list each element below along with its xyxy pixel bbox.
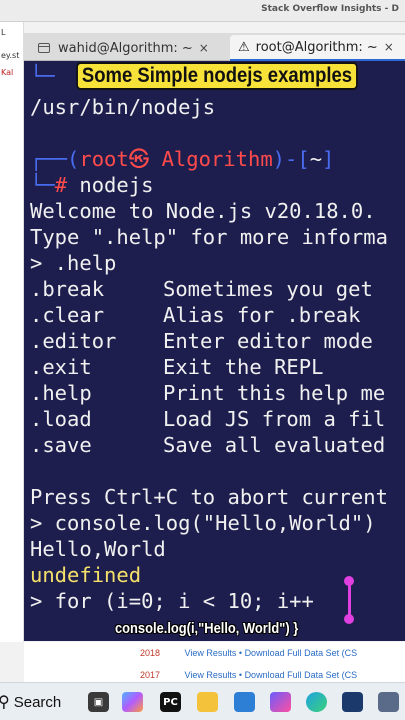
task-view-icon[interactable]: ▣ — [88, 692, 109, 712]
help-item-desc: Save all evaluated — [163, 433, 386, 457]
search-icon: ⚲ — [0, 694, 10, 711]
store-icon[interactable] — [234, 692, 255, 712]
edge-icon[interactable] — [306, 692, 327, 712]
help-item-desc: Load JS from a fil — [163, 407, 386, 431]
video-caption-title: Some Simple nodejs examples — [76, 62, 358, 90]
prompt-command-line: └─# nodejs — [30, 172, 153, 198]
left-fragment: Kal — [1, 68, 14, 77]
close-icon[interactable]: × — [384, 40, 394, 54]
row-separator: • — [238, 670, 243, 680]
warning-icon: ⚠ — [238, 39, 250, 55]
tab-wahid[interactable]: wahid@Algorithm: ~ × — [28, 35, 228, 61]
pycharm-icon[interactable]: PC — [160, 692, 181, 712]
help-item-desc: Enter editor mode — [163, 329, 373, 353]
left-fragment: ey.st — [1, 51, 20, 60]
help-item-desc: Exit the REPL — [163, 355, 324, 379]
for-loop-command: > for (i=0; i < 10; i++ — [30, 589, 314, 613]
copilot-icon[interactable] — [122, 692, 143, 712]
tab-root[interactable]: ⚠ root@Algorithm: ~ × — [230, 35, 405, 61]
prompt-hash: # — [54, 173, 68, 197]
prompt-frame: ┌──( — [30, 147, 80, 171]
terminal-output[interactable]: └─ /usr/bin/nodejs ┌──(root㉿ Algorithm)-… — [24, 61, 405, 641]
results-row: 2018 View Results • Download Full Data S… — [140, 648, 357, 658]
type-help-line: Type ".help" for more informa — [30, 225, 388, 249]
prompt-frame: )-[ — [272, 147, 310, 171]
welcome-line: Welcome to Node.js v20.18.0. — [30, 199, 376, 223]
help-item-desc: Print this help me — [163, 381, 386, 405]
taskbar-search[interactable]: ⚲ Search — [0, 689, 61, 715]
browser-icon[interactable] — [270, 692, 291, 712]
prompt-header: ┌──(root㉿ Algorithm)-[~] — [30, 146, 334, 172]
help-item-desc: Alias for .break — [163, 303, 361, 327]
prompt-dir: ~ — [309, 147, 323, 171]
terminal-tab-bar: wahid@Algorithm: ~ × ⚠ root@Algorithm: ~… — [24, 33, 405, 61]
help-item-cmd: .help — [30, 381, 92, 405]
help-item-cmd: .load — [30, 407, 92, 431]
browser-title-bar: Stack Overflow Insights - D — [0, 0, 405, 22]
help-item: .break — [30, 276, 104, 302]
console-output: Hello,World — [30, 537, 166, 561]
which-output: /usr/bin/nodejs — [30, 95, 216, 119]
view-results-link[interactable]: View Results — [185, 670, 237, 680]
help-item-cmd: .exit — [30, 355, 92, 379]
prompt-frame: └─ — [30, 173, 55, 197]
prompt-corner: └─ — [30, 64, 55, 88]
cursor-handle — [344, 576, 354, 586]
tab-label: wahid@Algorithm: ~ — [58, 40, 193, 56]
download-link[interactable]: Download Full Data Set (CS — [245, 648, 358, 658]
help-item-cmd: .editor — [30, 329, 117, 353]
browser-title: Stack Overflow Insights - D — [261, 4, 399, 14]
terminal-icon — [38, 43, 50, 53]
file-explorer-icon[interactable] — [197, 692, 218, 712]
abort-hint: Press Ctrl+C to abort current — [30, 485, 388, 509]
taskbar: ⚲ Search ▣ PC — [0, 682, 405, 720]
row-year: 2018 — [140, 648, 161, 658]
cube-icon[interactable] — [378, 692, 399, 712]
help-item-cmd: .break — [30, 277, 105, 301]
left-fragment: L — [1, 28, 6, 37]
help-item-desc: Sometimes you get — [163, 277, 373, 301]
row-separator: • — [238, 648, 243, 658]
row-year: 2017 — [140, 670, 161, 680]
help-item-cmd: .save — [30, 433, 92, 457]
cursor-handle — [344, 614, 354, 624]
command-text: nodejs — [67, 173, 154, 197]
close-icon[interactable]: × — [199, 41, 209, 55]
browser-left-strip: L ey.st Kal — [0, 22, 24, 642]
help-command: > .help — [30, 251, 117, 275]
tab-label: root@Algorithm: ~ — [255, 39, 378, 55]
results-row: 2017 View Results • Download Full Data S… — [140, 670, 357, 680]
video-caption-code: console.log(i,"Hello, World") } — [115, 620, 299, 637]
search-label: Search — [13, 693, 62, 711]
help-item-cmd: .clear — [30, 303, 105, 327]
vscode-icon[interactable] — [342, 692, 363, 712]
prompt-frame: ] — [322, 147, 335, 171]
prompt-user-host: root㉿ Algorithm — [79, 147, 273, 171]
console-log-command: > console.log("Hello,World") — [30, 511, 376, 535]
undefined-output: undefined — [30, 563, 142, 587]
view-results-link[interactable]: View Results — [185, 648, 237, 658]
download-link[interactable]: Download Full Data Set (CS — [245, 670, 358, 680]
